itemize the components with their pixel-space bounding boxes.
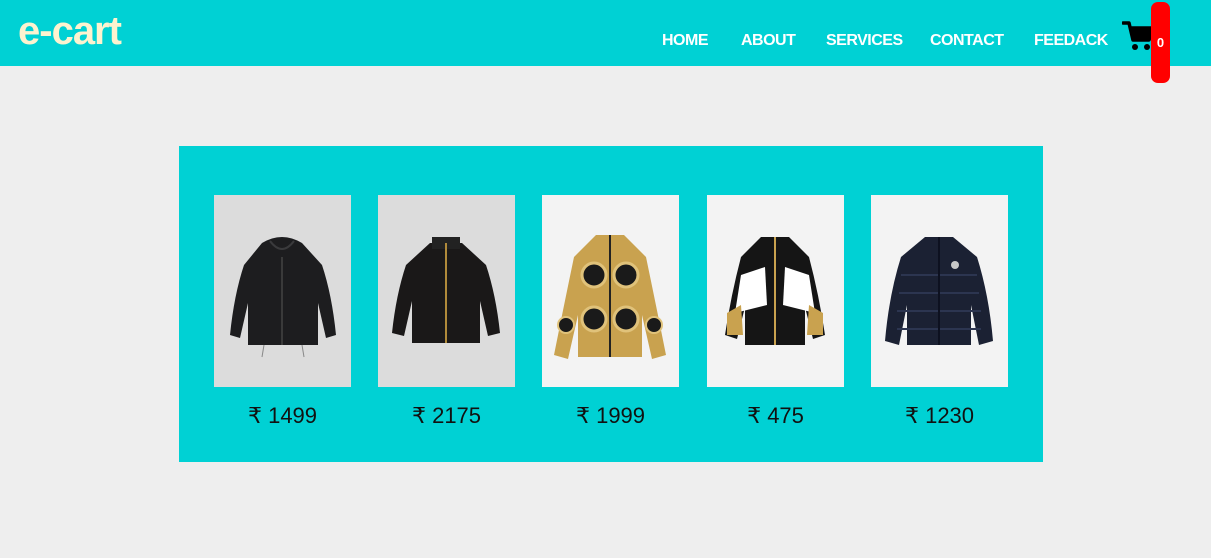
site-logo[interactable]: e-cart bbox=[18, 9, 122, 54]
product-image-black-zip-jacket[interactable] bbox=[378, 195, 515, 387]
product-card[interactable]: ₹ 1230 bbox=[871, 195, 1008, 429]
product-price: ₹ 1230 bbox=[904, 403, 975, 428]
top-navbar: e-cart HOME ABOUT SERVICES CONTACT FEEDA… bbox=[0, 0, 1211, 83]
product-image-black-white-gold-track-jacket[interactable] bbox=[707, 195, 844, 387]
product-price: ₹ 1499 bbox=[247, 403, 318, 428]
nav-contact-link[interactable]: CONTACT bbox=[930, 32, 1004, 50]
nav-services-link[interactable]: SERVICES bbox=[826, 32, 903, 50]
nav-home-link[interactable]: HOME bbox=[662, 32, 709, 50]
cart-count-badge[interactable]: 0 bbox=[1151, 2, 1170, 83]
product-image-navy-puffer-jacket[interactable] bbox=[871, 195, 1008, 387]
product-panel: ₹ 1499 ₹ 2175 ₹ 1999 ₹ 475 ₹ 1230 bbox=[179, 146, 1043, 462]
nav-feedback-link[interactable]: FEEDACK bbox=[1034, 32, 1108, 50]
product-price: ₹ 1999 bbox=[575, 403, 646, 428]
nav-about-link[interactable]: ABOUT bbox=[741, 32, 796, 50]
product-card[interactable]: ₹ 2175 bbox=[378, 195, 515, 429]
product-image-gold-baroque-print-jacket[interactable] bbox=[542, 195, 679, 387]
product-price: ₹ 2175 bbox=[411, 403, 482, 428]
product-card[interactable]: ₹ 1999 bbox=[542, 195, 679, 429]
product-price: ₹ 475 bbox=[747, 403, 804, 428]
product-card[interactable]: ₹ 1499 bbox=[214, 195, 351, 429]
product-image-black-hooded-jacket[interactable] bbox=[214, 195, 351, 387]
product-card[interactable]: ₹ 475 bbox=[707, 195, 844, 429]
